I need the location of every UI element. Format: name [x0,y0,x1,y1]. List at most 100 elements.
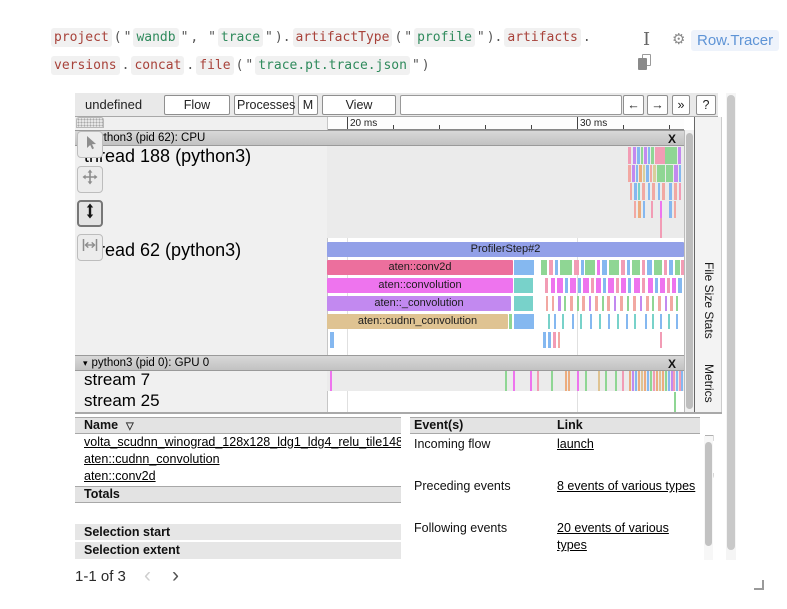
trace-slice[interactable] [641,371,643,391]
toolbar-button-processes[interactable]: Processes [234,95,294,115]
trace-span-aten-convolution[interactable]: aten::convolution [327,278,513,293]
trace-slice[interactable] [546,296,548,311]
event-link[interactable]: launch [557,436,594,453]
trace-slice[interactable] [628,147,631,164]
trace-slice[interactable] [674,392,676,412]
trace-slice[interactable] [634,314,636,329]
trace-slice[interactable] [670,296,673,311]
trace-slice[interactable] [669,260,673,275]
trace-slice[interactable] [660,332,662,348]
trace-slice[interactable] [560,260,572,275]
trace-slice[interactable] [662,183,665,200]
timing-tool-button[interactable] [77,234,103,261]
trace-slice[interactable] [628,165,631,182]
trace-slice[interactable] [644,147,647,164]
trace-slice[interactable] [653,371,655,391]
trace-slice[interactable] [582,296,585,311]
trace-slice[interactable] [636,165,638,182]
sidebar-tab-metrics[interactable]: Metrics [702,364,716,403]
trace-slice[interactable] [674,201,676,218]
trace-slice[interactable] [662,371,664,391]
trace-slice[interactable] [537,371,539,391]
trace-slice[interactable] [620,296,623,311]
trace-slice[interactable] [638,201,641,218]
trace-slice[interactable] [602,296,604,311]
trace-slice[interactable] [578,278,581,293]
trace-slice[interactable] [666,165,673,182]
trace-slice[interactable] [638,183,640,200]
trace-slice[interactable] [660,278,665,293]
trace-slice[interactable] [637,147,640,164]
sidebar-tab-file-size-stats[interactable]: File Size Stats [702,262,716,339]
trace-slice[interactable] [635,371,637,391]
trace-slice[interactable] [589,296,591,311]
trace-slice[interactable] [660,218,662,238]
trace-slice[interactable] [634,201,636,218]
trace-slice[interactable] [514,278,533,293]
prev-page-icon[interactable]: ‹ [144,564,151,588]
trace-slice[interactable] [650,165,652,182]
name-link[interactable]: aten::cudnn_convolution [84,452,220,466]
event-link[interactable]: 20 events of various types [557,520,700,554]
trace-slice[interactable] [642,183,645,200]
trace-slice[interactable] [514,296,533,311]
trace-slice[interactable] [330,371,332,391]
trace-slice[interactable] [615,371,617,391]
search-input[interactable] [400,95,622,115]
trace-slice[interactable] [651,201,653,218]
name-table-header[interactable]: Name▽ [75,417,401,434]
trace-slice[interactable] [545,278,548,293]
trace-slice[interactable] [633,296,636,311]
trace-slice[interactable] [664,260,667,275]
resize-handle-icon[interactable] [754,580,764,590]
toolbar-button-m[interactable]: M [298,95,318,115]
trace-slice[interactable] [675,260,680,275]
trace-slice[interactable] [509,314,512,329]
trace-slice[interactable] [681,371,683,391]
trace-slice[interactable] [514,314,534,329]
query-expression[interactable]: project("wandb", "trace").artifactType("… [50,24,625,80]
trace-slice[interactable] [658,183,660,200]
trace-slice[interactable] [621,260,625,275]
sort-icon[interactable]: ▽ [126,421,134,432]
trace-slice[interactable] [665,371,667,391]
trace-slice[interactable] [667,278,670,293]
trace-slice[interactable] [543,332,546,348]
trace-slice[interactable] [639,165,642,182]
toolbar-button-[interactable]: ? [696,95,716,115]
trace-slice[interactable] [653,165,656,182]
trace-slice[interactable] [630,183,632,200]
details-divider[interactable] [75,412,722,414]
trace-span-aten-convolution[interactable]: aten::_convolution [327,296,511,311]
trace-slice[interactable] [633,147,636,164]
trace-slice[interactable] [668,314,670,329]
outer-scrollbar-thumb[interactable] [727,95,735,550]
timeline-scrollbar-thumb[interactable] [686,133,693,409]
trace-slice[interactable] [672,278,676,293]
trace-slice[interactable] [585,260,595,275]
trace-slice[interactable] [553,332,556,348]
trace-slice[interactable] [643,201,645,218]
trace-slice[interactable] [645,314,647,329]
trace-slice[interactable] [574,260,579,275]
trace-slice[interactable] [647,371,649,391]
trace-slice[interactable] [548,332,551,348]
trace-slice[interactable] [647,260,652,275]
trace-slice[interactable] [549,260,553,275]
trace-slice[interactable] [678,278,682,293]
zoom-tool-button[interactable] [77,200,103,227]
trace-slice[interactable] [676,296,678,311]
trace-slice[interactable] [608,278,614,293]
trace-slice[interactable] [577,371,579,391]
trace-span-aten-cudnn-convolution[interactable]: aten::cudnn_convolution [327,314,508,329]
trace-slice[interactable] [595,296,598,311]
trace-slice[interactable] [632,260,640,275]
trace-slice[interactable] [665,147,677,164]
trace-slice[interactable] [676,371,678,391]
trace-slice[interactable] [514,260,534,275]
trace-slice[interactable] [668,371,670,391]
trace-slice[interactable] [648,278,653,293]
trace-slice[interactable] [564,296,566,311]
trace-slice[interactable] [608,314,610,329]
trace-slice[interactable] [673,371,675,391]
